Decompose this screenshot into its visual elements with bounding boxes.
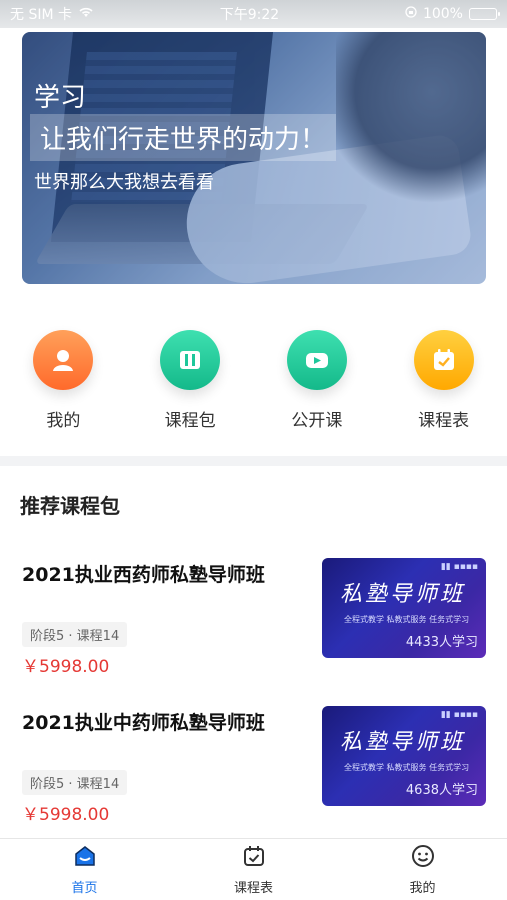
tab-mine[interactable]: 我的 bbox=[338, 839, 507, 900]
quick-nav-schedule[interactable]: 课程表 bbox=[394, 330, 494, 431]
lock-rotation-icon bbox=[405, 6, 417, 22]
quick-nav-label: 我的 bbox=[46, 411, 81, 431]
battery-icon bbox=[468, 8, 500, 20]
calendar-icon bbox=[413, 330, 474, 390]
quick-nav-label: 课程包 bbox=[164, 411, 216, 431]
course-thumbnail: ▮▮ ▪▪▪▪ 私塾导师班 全程式教学 私教式服务 任务式学习 4638人学习 bbox=[322, 706, 486, 812]
learner-count: 4433人学习 bbox=[405, 635, 478, 650]
battery-percent: 100% bbox=[422, 6, 463, 22]
course-thumbnail: ▮▮ ▪▪▪▪ 私塾导师班 全程式教学 私教式服务 任务式学习 4433人学习 bbox=[322, 558, 486, 664]
course-title: 2021执业中药师私塾导师班 bbox=[22, 712, 265, 734]
quick-nav-label: 课程表 bbox=[418, 411, 470, 431]
banner-subtitle: 世界那么大我想去看看 bbox=[34, 172, 214, 193]
tab-home[interactable]: 首页 bbox=[0, 839, 169, 900]
tab-label: 课程表 bbox=[233, 881, 273, 896]
carrier-label: 无 SIM 卡 bbox=[10, 7, 72, 23]
course-card[interactable]: 2021执业中药师私塾导师班 阶段5 · 课程14 ￥5998.00 ▮▮ ▪▪… bbox=[0, 706, 507, 828]
book-icon bbox=[160, 330, 221, 390]
status-time: 下午9:22 bbox=[219, 7, 280, 23]
course-price: ￥5998.00 bbox=[22, 657, 110, 677]
course-tag: 阶段5 · 课程14 bbox=[22, 770, 128, 795]
thumb-brand-logo: ▮▮ ▪▪▪▪ bbox=[440, 562, 478, 572]
section-title: 推荐课程包 bbox=[20, 494, 120, 518]
quick-nav-mine[interactable]: 我的 bbox=[13, 330, 113, 431]
tab-label: 我的 bbox=[409, 881, 436, 896]
quick-nav-label: 公开课 bbox=[291, 411, 343, 431]
thumb-heading: 私塾导师班 bbox=[340, 730, 466, 755]
banner-title: 学习 bbox=[34, 83, 87, 113]
quick-nav-open-class[interactable]: 公开课 bbox=[267, 330, 367, 431]
course-card[interactable]: 2021执业西药师私塾导师班 阶段5 · 课程14 ￥5998.00 ▮▮ ▪▪… bbox=[0, 558, 507, 680]
learner-count: 4638人学习 bbox=[405, 783, 478, 798]
status-bar: 无 SIM 卡 下午9:22 100% bbox=[0, 0, 507, 28]
thumb-brand-logo: ▮▮ ▪▪▪▪ bbox=[440, 710, 478, 720]
thumb-line: 全程式教学 私教式服务 任务式学习 bbox=[344, 615, 470, 624]
thumb-heading: 私塾导师班 bbox=[340, 582, 466, 607]
tab-bar: 首页 课程表 我的 bbox=[0, 838, 507, 900]
calendar-icon bbox=[241, 843, 267, 873]
tab-label: 首页 bbox=[71, 881, 98, 896]
wifi-icon bbox=[78, 6, 94, 22]
banner-slogan: 让我们行走世界的动力！ bbox=[30, 114, 337, 161]
course-tag: 阶段5 · 课程14 bbox=[22, 622, 128, 647]
quick-nav-course-package[interactable]: 课程包 bbox=[140, 330, 240, 431]
course-price: ￥5998.00 bbox=[22, 805, 110, 825]
video-icon bbox=[286, 330, 347, 390]
section-divider bbox=[0, 456, 507, 466]
quick-nav: 我的 课程包 公开课 课程表 bbox=[0, 330, 507, 431]
home-icon bbox=[72, 843, 98, 873]
hero-banner[interactable]: 学习 让我们行走世界的动力！ 世界那么大我想去看看 bbox=[22, 32, 486, 284]
user-icon bbox=[33, 330, 94, 390]
tab-schedule[interactable]: 课程表 bbox=[169, 839, 338, 900]
thumb-line: 全程式教学 私教式服务 任务式学习 bbox=[344, 763, 470, 772]
course-title: 2021执业西药师私塾导师班 bbox=[22, 564, 265, 586]
smile-icon bbox=[410, 843, 436, 873]
